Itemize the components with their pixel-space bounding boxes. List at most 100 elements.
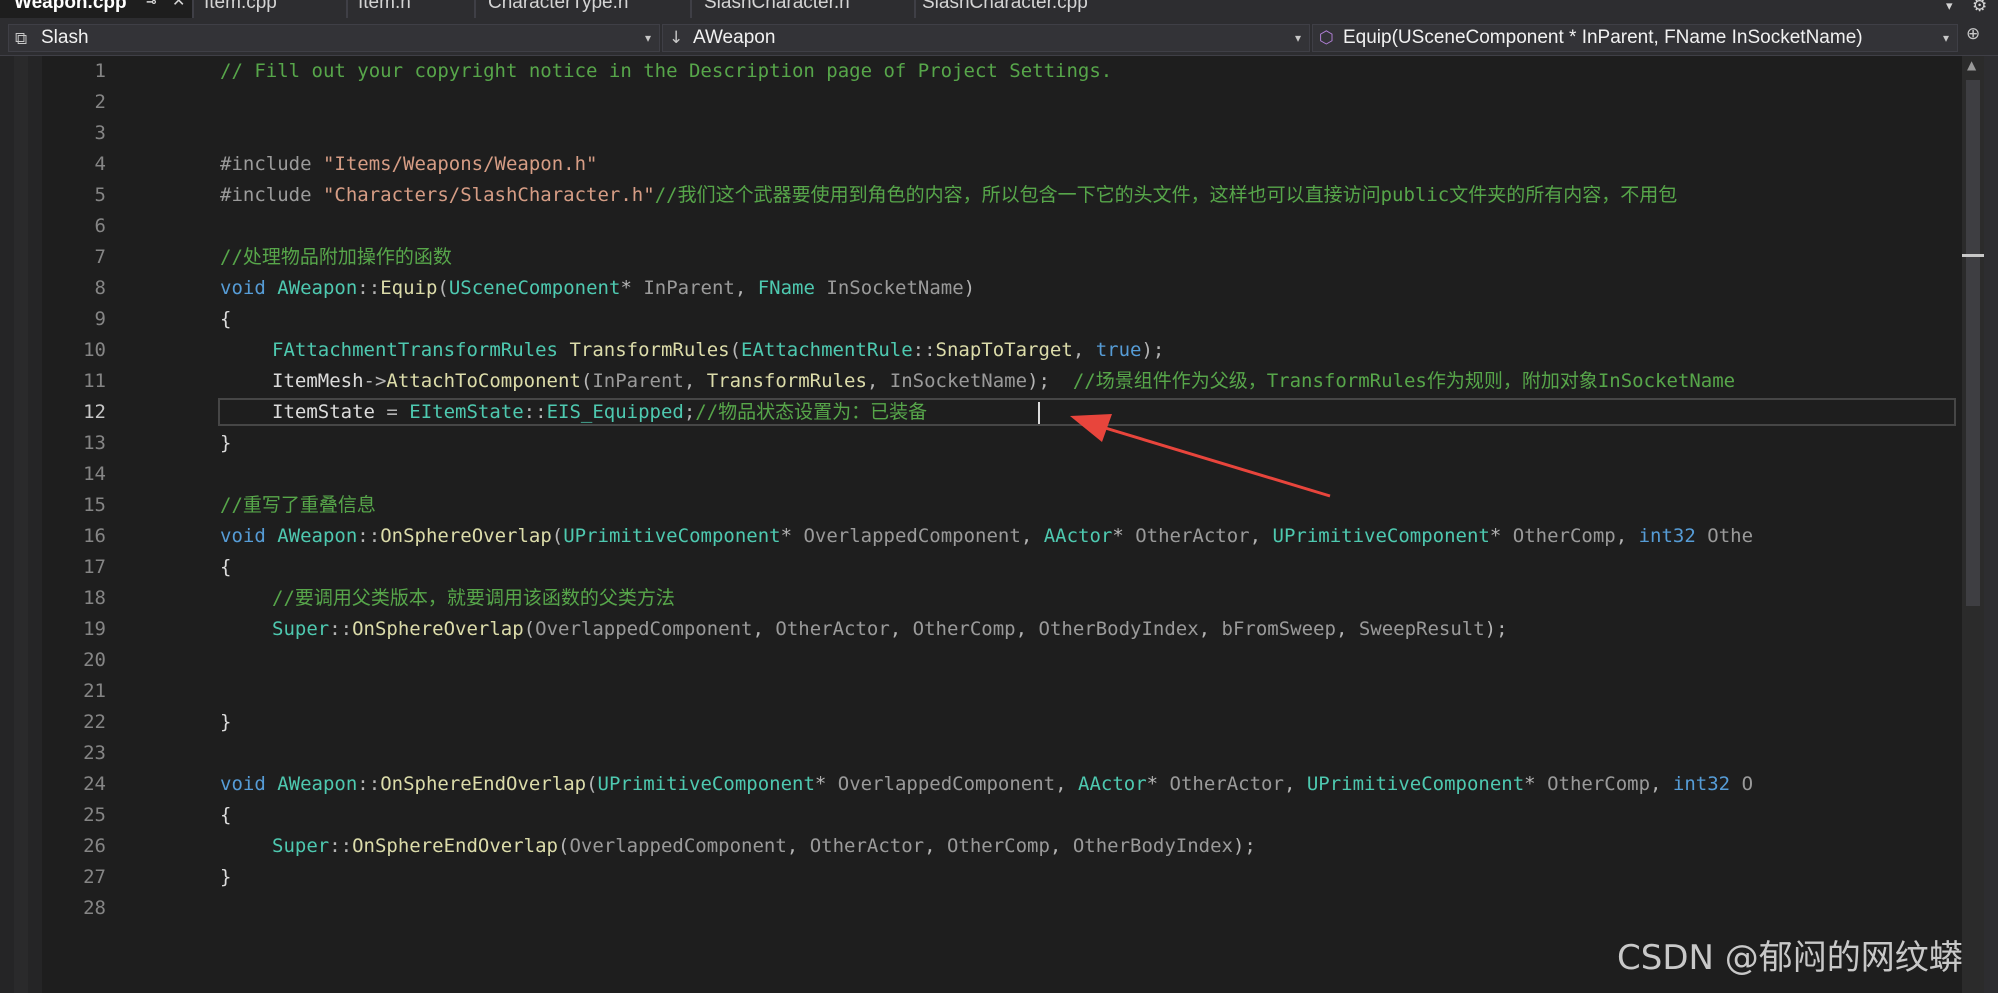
parameter: InParent: [592, 370, 684, 392]
tab-weapon-cpp[interactable]: Weapon.cpp ⊸ ✕: [0, 0, 192, 18]
project-label: Slash: [41, 27, 89, 48]
variable-name: TransformRules: [706, 370, 867, 392]
line-number: 10: [83, 339, 106, 361]
type-name: AActor: [1078, 773, 1147, 795]
code-line-12: ItemState = EItemState::EIS_Equipped;//物…: [272, 397, 927, 428]
line-number: 26: [83, 835, 106, 857]
operator: *: [780, 525, 804, 547]
right-edge: [1984, 56, 1998, 993]
keyword: void: [220, 773, 266, 795]
chevron-down-icon: ▾: [644, 31, 651, 45]
code-line-7: //处理物品附加操作的函数: [220, 242, 452, 273]
type-name: int32: [1672, 773, 1731, 795]
tab-charactertype-h[interactable]: CharacterType.h: [476, 0, 690, 18]
type-name: UPrimitiveComponent: [1272, 525, 1490, 547]
operator: ::: [523, 401, 547, 423]
code-line-13: }: [220, 428, 231, 459]
parameter: OtherComp: [912, 618, 1016, 640]
parameter: OverlappedComponent: [535, 618, 753, 640]
type-name: UPrimitiveComponent: [597, 773, 815, 795]
vertical-scrollbar[interactable]: ▲: [1962, 56, 1984, 993]
visual-studio-window: Weapon.cpp ⊸ ✕ Item.cpp Item.h Character…: [0, 0, 1998, 993]
comment: //物品状态设置为：已装备: [695, 401, 928, 423]
tab-slashcharacter-cpp[interactable]: SlashCharacter.cpp: [916, 0, 1154, 18]
keyword: void: [220, 277, 266, 299]
parameter: OtherActor: [775, 618, 890, 640]
member-dropdown[interactable]: ⬡ Equip(USceneComponent * InParent, FNam…: [1312, 24, 1958, 52]
parameter: OverlappedComponent: [569, 835, 787, 857]
code-line-22: }: [220, 707, 231, 738]
close-icon[interactable]: ✕: [172, 0, 185, 9]
code-line-19: Super::OnSphereOverlap(OverlappedCompone…: [272, 614, 1508, 645]
tab-item-h[interactable]: Item.h: [348, 0, 474, 18]
enum-name: EItemState: [409, 401, 524, 423]
operator: =: [374, 401, 410, 423]
project-dropdown[interactable]: ⧉ Slash ▾: [8, 24, 660, 52]
enum-value: EIS_Equipped: [546, 401, 684, 423]
operator: *: [1146, 773, 1170, 795]
include-path-string: "Characters/SlashCharacter.h": [322, 184, 655, 206]
operator: ::: [329, 618, 353, 640]
brace: }: [220, 866, 232, 888]
line-number: 11: [83, 370, 106, 392]
scrollbar-thumb[interactable]: [1966, 80, 1980, 606]
gear-icon[interactable]: ⚙: [1972, 0, 1987, 16]
type-name: UPrimitiveComponent: [563, 525, 781, 547]
punctuation: ,: [752, 618, 776, 640]
split-editor-icon[interactable]: ⊕: [1966, 24, 1980, 44]
comment: //场景组件作为父级，TransformRules作为规则，附加对象InSock…: [1072, 370, 1736, 392]
punctuation: );: [1232, 835, 1256, 857]
parameter: InParent: [643, 277, 735, 299]
scope-dropdown[interactable]: ↓ AWeapon ▾: [662, 24, 1310, 52]
punctuation: ,: [1055, 773, 1079, 795]
indicator-margin: [14, 56, 28, 993]
scroll-up-arrow-icon[interactable]: ▲: [1967, 58, 1976, 72]
operator: ->: [363, 370, 387, 392]
tab-slashcharacter-h[interactable]: SlashCharacter.h: [692, 0, 914, 18]
function-name: OnSphereEndOverlap: [352, 835, 558, 857]
preprocessor-directive: #include: [220, 153, 323, 175]
code-line-11: ItemMesh->AttachToComponent(InParent, Tr…: [272, 366, 1735, 397]
function-name: OnSphereOverlap: [352, 618, 524, 640]
class-name: AWeapon: [277, 773, 358, 795]
operator: *: [814, 773, 838, 795]
punctuation: (: [586, 773, 598, 795]
enum-value: SnapToTarget: [935, 339, 1073, 361]
punctuation: ,: [924, 835, 947, 857]
code-line-26: Super::OnSphereEndOverlap(OverlappedComp…: [272, 831, 1256, 862]
punctuation: ,: [683, 370, 707, 392]
punctuation: ,: [1249, 525, 1273, 547]
punctuation: ,: [1283, 773, 1307, 795]
arrow-down-icon: ↓: [669, 28, 684, 48]
code-line-24: void AWeapon::OnSphereEndOverlap(UPrimit…: [220, 769, 1753, 800]
parameter: OtherComp: [946, 835, 1050, 857]
tab-label: SlashCharacter.cpp: [922, 0, 1088, 13]
document-tab-bar: Weapon.cpp ⊸ ✕ Item.cpp Item.h Character…: [0, 0, 1998, 18]
tab-label: Item.h: [358, 0, 411, 13]
code-line-10: FAttachmentTransformRules TransformRules…: [272, 335, 1164, 366]
parameter: OverlappedComponent: [837, 773, 1056, 795]
parameter: InSocketName: [889, 370, 1028, 392]
pin-icon[interactable]: ⊸: [146, 0, 157, 9]
punctuation: ,: [1049, 835, 1073, 857]
punctuation: ,: [734, 277, 758, 299]
line-number: 6: [94, 215, 106, 237]
line-number: 28: [83, 897, 106, 919]
punctuation: ,: [1650, 773, 1673, 795]
line-number: 14: [83, 463, 106, 485]
class-name: AWeapon: [277, 277, 358, 299]
tab-overflow-chevron-icon[interactable]: ▾: [1946, 0, 1953, 14]
brace: {: [220, 308, 232, 330]
brace: }: [220, 711, 232, 733]
operator: ::: [912, 339, 936, 361]
type-name: FName: [757, 277, 815, 299]
keyword: void: [220, 525, 266, 547]
parameter: OtherComp: [1547, 773, 1651, 795]
operator: ::: [357, 773, 381, 795]
tab-item-cpp[interactable]: Item.cpp: [194, 0, 346, 18]
type-name: Super: [272, 618, 330, 640]
punctuation: );: [1484, 618, 1508, 640]
variable-name: TransformRules: [569, 339, 730, 361]
punctuation: (: [437, 277, 449, 299]
